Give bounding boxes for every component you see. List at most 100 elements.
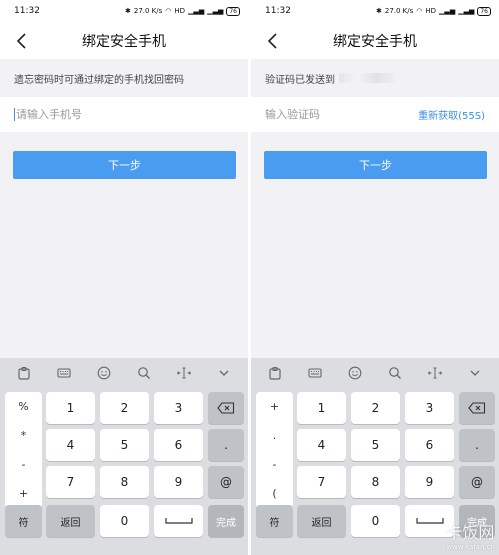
dot-key[interactable]: . <box>208 429 244 461</box>
symbol-key[interactable]: + <box>256 400 293 413</box>
done-key[interactable]: 完成 <box>208 505 244 537</box>
symbol-key[interactable]: * <box>5 429 42 442</box>
status-bar: 11:32 ✱ 27.0 K/s ◠ HD ▁▃▅ ▁▃▅ 76 <box>251 0 499 22</box>
hd-icon: HD <box>425 7 437 15</box>
recovery-hint: 遗忘密码时可通过绑定的手机找回密码 <box>0 59 248 97</box>
emoji-icon[interactable] <box>94 363 114 383</box>
back-arrow-icon[interactable] <box>263 30 285 52</box>
next-button[interactable]: 下一步 <box>264 151 487 179</box>
key-6[interactable]: 6 <box>405 429 454 461</box>
symbol-key[interactable]: - <box>5 458 42 471</box>
signal1-icon: ▁▃▅ <box>439 7 456 15</box>
key-1[interactable]: 1 <box>297 392 346 424</box>
symbol-key[interactable]: + <box>5 487 42 500</box>
speed-icon: 27.0 K/s <box>133 7 163 15</box>
chevron-down-icon[interactable] <box>214 363 234 383</box>
key-7[interactable]: 7 <box>297 466 346 498</box>
signal1-icon: ▁▃▅ <box>188 7 205 15</box>
next-button[interactable]: 下一步 <box>13 151 236 179</box>
clipboard-icon[interactable] <box>265 363 285 383</box>
masked-phone-number <box>339 73 395 83</box>
symbol-column: % * - + <box>5 392 42 508</box>
key-0[interactable]: 0 <box>351 505 400 537</box>
status-time: 11:32 <box>14 6 40 16</box>
hint-text: 遗忘密码时可通过绑定的手机找回密码 <box>14 74 184 86</box>
symbols-key[interactable]: 符 <box>5 505 42 537</box>
symbol-key[interactable]: ( <box>256 487 293 500</box>
dot-key[interactable]: . <box>459 429 495 461</box>
battery-icon: 76 <box>477 6 491 16</box>
key-1[interactable]: 1 <box>46 392 95 424</box>
signal2-icon: ▁▃▅ <box>458 7 475 15</box>
clipboard-icon[interactable] <box>14 363 34 383</box>
hd-icon: HD <box>174 7 186 15</box>
space-icon <box>415 518 444 524</box>
left-screen: 11:32 ✱ 27.0 K/s ◠ HD ▁▃▅ ▁▃▅ 76 绑定安全手机 … <box>0 0 248 555</box>
keyboard-icon[interactable] <box>54 363 74 383</box>
chevron-down-icon[interactable] <box>465 363 485 383</box>
back-arrow-icon[interactable] <box>12 30 34 52</box>
nav-bar: 绑定安全手机 <box>0 22 248 59</box>
key-4[interactable]: 4 <box>46 429 95 461</box>
key-9[interactable]: 9 <box>405 466 454 498</box>
return-key[interactable]: 返回 <box>297 505 346 537</box>
phone-input-row <box>0 97 248 132</box>
page-title: 绑定安全手机 <box>333 33 417 50</box>
symbols-key[interactable]: 符 <box>256 505 293 537</box>
symbol-key[interactable]: % <box>5 400 42 413</box>
key-5[interactable]: 5 <box>100 429 149 461</box>
symbol-column: + . - ( <box>256 392 293 508</box>
code-sent-hint: 验证码已发送到 <box>251 59 499 97</box>
key-2[interactable]: 2 <box>100 392 149 424</box>
code-input-row: 重新获取(55S) <box>251 97 499 132</box>
hint-text: 验证码已发送到 <box>265 74 335 86</box>
status-bar: 11:32 ✱ 27.0 K/s ◠ HD ▁▃▅ ▁▃▅ 76 <box>0 0 248 22</box>
signal2-icon: ▁▃▅ <box>207 7 224 15</box>
symbol-key[interactable]: - <box>256 458 293 471</box>
keyboard-toolbar <box>0 358 248 388</box>
numeric-keyboard: + . - ( 1 2 3 4 5 6 . 7 8 9 @ 符 返回 0 完成 … <box>251 358 499 555</box>
symbol-key[interactable]: . <box>256 429 293 442</box>
key-0[interactable]: 0 <box>100 505 149 537</box>
key-6[interactable]: 6 <box>154 429 203 461</box>
nav-bar: 绑定安全手机 <box>251 22 499 59</box>
key-4[interactable]: 4 <box>297 429 346 461</box>
backspace-icon <box>468 402 486 414</box>
watermark-main: 卡饭网 <box>446 523 495 542</box>
search-icon[interactable] <box>385 363 405 383</box>
resend-code-link[interactable]: 重新获取(55S) <box>418 107 485 122</box>
backspace-key[interactable] <box>208 392 244 424</box>
wifi-icon: ◠ <box>165 7 172 15</box>
watermark-sub: www.kafan.cn <box>446 543 495 551</box>
keyboard-icon[interactable] <box>305 363 325 383</box>
code-input[interactable] <box>265 108 419 121</box>
key-8[interactable]: 8 <box>100 466 149 498</box>
phone-input[interactable] <box>16 108 234 121</box>
text-caret <box>14 108 15 121</box>
search-icon[interactable] <box>134 363 154 383</box>
cursor-move-icon[interactable] <box>174 363 194 383</box>
at-key[interactable]: @ <box>459 466 495 498</box>
keyboard-toolbar <box>251 358 499 388</box>
status-time: 11:32 <box>265 6 291 16</box>
backspace-icon <box>217 402 235 414</box>
bluetooth-icon: ✱ <box>375 7 382 15</box>
key-5[interactable]: 5 <box>351 429 400 461</box>
key-9[interactable]: 9 <box>154 466 203 498</box>
cursor-move-icon[interactable] <box>425 363 445 383</box>
emoji-icon[interactable] <box>345 363 365 383</box>
right-screen: 11:32 ✱ 27.0 K/s ◠ HD ▁▃▅ ▁▃▅ 76 绑定安全手机 … <box>251 0 499 555</box>
space-key[interactable] <box>154 505 203 537</box>
key-3[interactable]: 3 <box>405 392 454 424</box>
key-3[interactable]: 3 <box>154 392 203 424</box>
speed-icon: 27.0 K/s <box>384 7 414 15</box>
key-7[interactable]: 7 <box>46 466 95 498</box>
key-2[interactable]: 2 <box>351 392 400 424</box>
at-key[interactable]: @ <box>208 466 244 498</box>
key-8[interactable]: 8 <box>351 466 400 498</box>
bluetooth-icon: ✱ <box>124 7 131 15</box>
watermark: 卡饭网 www.kafan.cn <box>446 519 495 551</box>
return-key[interactable]: 返回 <box>46 505 95 537</box>
backspace-key[interactable] <box>459 392 495 424</box>
space-icon <box>164 518 193 524</box>
